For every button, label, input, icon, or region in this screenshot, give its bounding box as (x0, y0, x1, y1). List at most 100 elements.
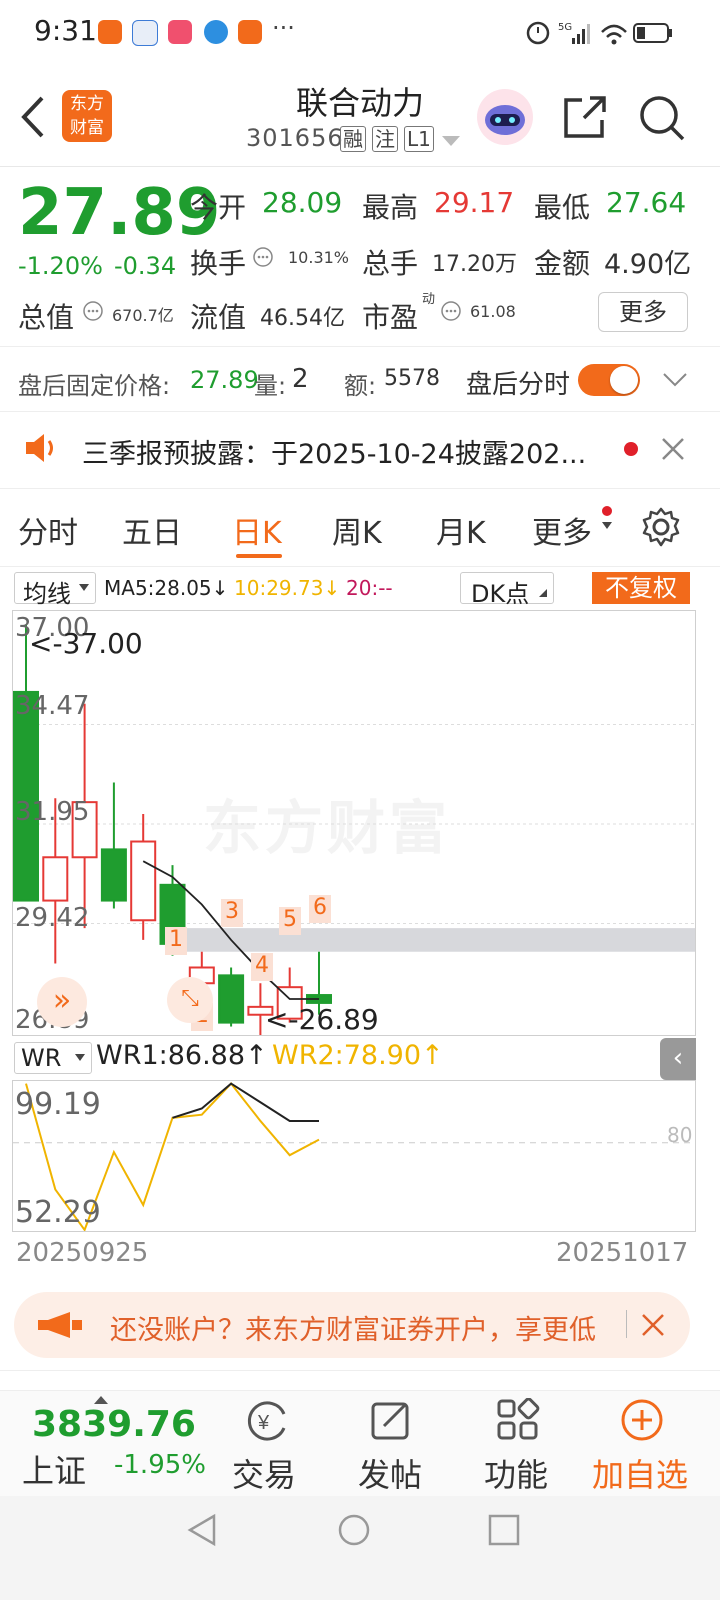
add-icon[interactable] (620, 1398, 664, 1442)
nav-post[interactable]: 发帖 (358, 1450, 422, 1496)
after-hours-amount-label: 额: (344, 372, 377, 400)
dk-select-label: DK点 (471, 580, 530, 608)
system-status-icons: 5G (526, 21, 672, 45)
dk-mark: 5 (279, 907, 301, 935)
pe-label: 市盈 (362, 301, 419, 334)
change-percent: -1.20% (18, 252, 103, 280)
kline-svg (13, 625, 695, 1035)
wr-select-label: WR (21, 1044, 62, 1072)
tab-weekly-k[interactable]: 周K (332, 508, 382, 552)
change-amount: -0.34 (114, 252, 177, 280)
candle-body (100, 848, 127, 902)
pe-superscript: 动 (422, 292, 436, 307)
info-icon[interactable] (440, 300, 462, 322)
pressure-band (173, 928, 695, 952)
collapse-panel-button[interactable]: ‹ (660, 1038, 696, 1080)
index-value[interactable]: 3839.76 (32, 1404, 196, 1445)
axis-label: 29.42 (15, 903, 90, 933)
start-date: 20250925 (16, 1238, 149, 1268)
wr-svg (13, 1082, 695, 1231)
wr-chart[interactable]: 99.19 52.29 80 (12, 1080, 696, 1232)
divider (0, 488, 720, 489)
margin-tag: 融 (340, 126, 366, 152)
trade-icon[interactable]: ¥ (244, 1398, 290, 1444)
notice-text[interactable]: 三季报预披露：于2025-10-24披露202... (82, 432, 586, 471)
nav-functions[interactable]: 功能 (484, 1450, 548, 1496)
float-cap-value: 46.54亿 (260, 306, 345, 331)
ma-select-arrow-icon (79, 584, 89, 591)
tab-monthly-k[interactable]: 月K (436, 508, 486, 552)
svg-text:¥: ¥ (257, 1412, 270, 1434)
wifi-icon (601, 24, 627, 33)
close-icon[interactable] (640, 1312, 666, 1338)
after-hours-timeshare-label: 盘后分时 (466, 370, 571, 400)
tab-active-indicator (236, 554, 282, 558)
after-hours-amount: 5578 (384, 366, 440, 391)
info-icon[interactable] (82, 300, 104, 322)
app-notification-icon (238, 20, 262, 44)
banner-divider (626, 1310, 627, 1338)
close-icon[interactable] (660, 436, 686, 462)
ma20-value: 20:-- (346, 576, 393, 600)
max-price-annotation: <-37.00 (29, 627, 143, 660)
stock-code: 301656 (246, 124, 344, 152)
amount-label: 金额 (534, 247, 591, 280)
notice-dot (624, 442, 638, 456)
megaphone-icon (38, 1312, 82, 1338)
wr-select[interactable]: WR (14, 1042, 92, 1074)
post-icon[interactable] (370, 1398, 414, 1442)
info-icon[interactable] (252, 246, 274, 268)
dropdown-arrow-icon[interactable] (442, 136, 460, 148)
tab-five-day[interactable]: 五日 (122, 508, 182, 552)
dk-mark: 1 (165, 927, 187, 955)
banner-text: 还没账户？来东方财富证券开户，享更低 (110, 1315, 596, 1346)
system-recents-icon[interactable] (486, 1512, 522, 1548)
apps-grid-icon[interactable] (496, 1398, 540, 1442)
wr-select-arrow-icon (75, 1054, 85, 1061)
axis-label: 34.47 (15, 691, 90, 721)
registration-tag: 注 (372, 126, 398, 152)
account-banner[interactable]: 还没账户？来东方财富证券开户，享更低 (14, 1292, 690, 1358)
divider (0, 566, 720, 567)
system-home-icon[interactable] (336, 1512, 372, 1548)
after-hours-qty: 2 (292, 364, 309, 394)
tab-more-dot (602, 506, 612, 516)
status-bar: 9:31 ··· 5G (0, 0, 720, 66)
tab-intraday[interactable]: 分时 (18, 508, 78, 552)
more-button[interactable]: 更多 (598, 292, 688, 332)
tab-more[interactable]: 更多 (532, 508, 592, 552)
fullscreen-icon[interactable]: ⤡ (167, 977, 213, 1023)
share-icon[interactable] (562, 94, 608, 140)
ai-assistant-icon[interactable] (476, 88, 534, 146)
chevron-down-icon[interactable] (662, 372, 688, 388)
level1-tag: L1 (404, 126, 434, 152)
dk-select-arrow-icon (539, 589, 547, 597)
wr-axis-top: 99.19 (15, 1087, 101, 1122)
ma5-value: MA5:28.05↓ (104, 576, 229, 600)
tab-daily-k[interactable]: 日K (232, 508, 282, 552)
ma-select[interactable]: 均线 (14, 572, 96, 608)
high-value: 29.17 (434, 186, 515, 219)
adjust-button[interactable]: 不复权 (592, 572, 690, 604)
kline-chart[interactable]: 东方财富 37.00 34.47 31.95 29.42 26.89 <-37.… (12, 610, 696, 1036)
more-notifications-icon: ··· (272, 14, 295, 42)
index-change[interactable]: -1.95% (114, 1450, 206, 1480)
nav-trade[interactable]: 交易 (232, 1450, 296, 1496)
index-name[interactable]: 上证 (22, 1446, 86, 1492)
wr-level-label: 80 (667, 1123, 693, 1147)
float-cap-label: 流值 (190, 301, 247, 334)
wr1-value: WR1:86.88↑ (96, 1040, 268, 1071)
stock-header: 东方 财富 联合动力 301656 融 注 L1 (0, 66, 720, 167)
after-hours-toggle[interactable] (578, 364, 640, 396)
system-back-icon[interactable] (184, 1512, 220, 1548)
candle-body (130, 840, 157, 922)
nav-add-watchlist[interactable]: 加自选 (592, 1450, 688, 1496)
after-hours-qty-label: 量: (254, 372, 287, 400)
settings-gear-icon[interactable] (640, 506, 682, 548)
turnover-value: 10.31% (288, 248, 350, 267)
expand-left-icon[interactable]: » (37, 977, 87, 1027)
dk-select[interactable]: DK点 (460, 572, 554, 608)
dk-mark: 3 (221, 899, 243, 927)
search-icon[interactable] (638, 94, 686, 142)
amount-value: 4.90亿 (604, 249, 692, 280)
